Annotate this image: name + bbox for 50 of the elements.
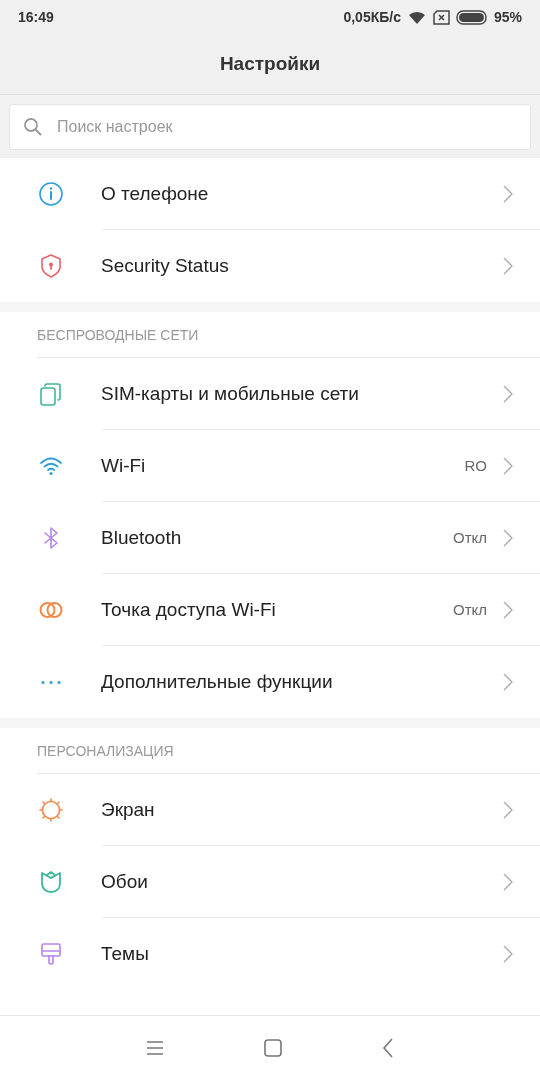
wifi-signal-icon [406,9,427,25]
item-value: RO [464,457,487,474]
section-header: БЕСПРОВОДНЫЕ СЕТИ [37,326,199,343]
chevron-icon [503,673,513,691]
battery-icon [455,9,488,25]
item-label: Темы [101,943,150,965]
info-icon [37,181,64,207]
chevron-icon [503,456,513,475]
item-label: Security Status [101,255,230,277]
settings-item[interactable]: Дополнительные функции [0,646,540,718]
settings-item[interactable]: Wi-Fi RO [0,430,540,502]
back-icon[interactable] [382,1038,394,1058]
menu-icon[interactable] [146,1040,164,1056]
chevron-icon [503,600,513,619]
settings-item[interactable]: SIM-карты и мобильные сети [0,358,540,430]
settings-item[interactable]: Темы [0,918,540,990]
settings-item[interactable]: Bluetooth Откл [0,502,540,574]
settings-item[interactable]: Обои [0,846,540,918]
item-label: Обои [101,870,149,893]
settings-item[interactable]: Точка доступа Wi-Fi Откл [0,574,540,646]
sim-cards-icon [37,381,64,407]
sun-icon [37,797,64,823]
settings-item[interactable]: О телефоне [0,158,540,230]
item-label: Экран [101,798,156,821]
chevron-icon [503,800,513,819]
item-label: Точка доступа Wi-Fi [101,598,277,621]
chevron-icon [503,384,513,403]
item-label: Bluetooth [101,526,183,549]
item-label: О телефоне [101,182,210,205]
chevron-icon [503,872,513,891]
item-label: Wi-Fi [101,454,147,477]
search-field[interactable]: Поиск настроек [9,104,531,150]
search-icon [23,117,43,137]
chevron-icon [503,257,513,275]
item-label: Дополнительные функции [101,671,334,693]
chevron-icon [503,945,513,963]
item-value: Откл [452,529,487,546]
battery-percent: 95% [493,9,522,25]
chevron-icon [503,528,513,547]
settings-item[interactable]: Экран [0,774,540,846]
home-button-icon[interactable] [264,1039,282,1057]
section-header: ПЕРСОНАЛИЗАЦИЯ [37,742,174,759]
page-title: Настройки [219,53,321,75]
no-sim-icon [432,9,450,25]
settings-item[interactable]: Security Status [0,230,540,302]
status-time: 16:49 [18,9,54,25]
network-speed: 0,05КБ/с [343,9,401,25]
item-value: Откл [452,601,487,618]
chevron-icon [503,184,513,203]
item-label: SIM-карты и мобильные сети [101,382,360,405]
